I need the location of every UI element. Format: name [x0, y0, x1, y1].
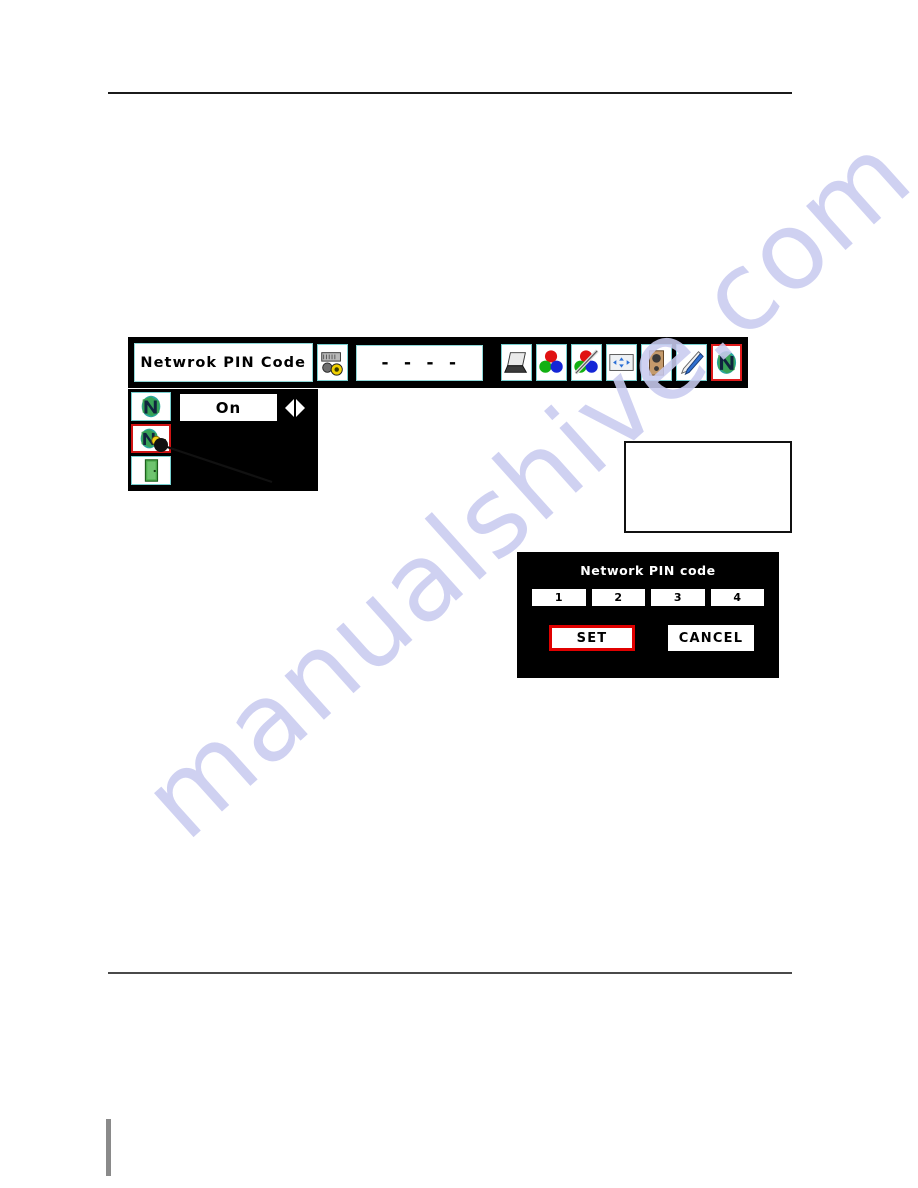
pin-dialog-buttons: SET CANCEL [549, 625, 754, 651]
osd-menu-title: Netwrok PIN Code [140, 354, 307, 371]
set-button[interactable]: SET [549, 625, 635, 651]
page-header-rule [108, 92, 792, 94]
cancel-button[interactable]: CANCEL [668, 625, 754, 651]
network-pin-onoff-field[interactable]: On [180, 394, 277, 421]
pin-digit-4[interactable]: 4 [710, 589, 764, 606]
color-adjust-icon[interactable] [536, 344, 567, 381]
sound-icon[interactable] [641, 344, 672, 381]
pin-dialog-title: Network PIN code [580, 563, 716, 578]
pin-digit-group: 1 2 3 4 [532, 589, 764, 606]
osd-value-text: - - - - [379, 352, 459, 373]
network-icon[interactable] [711, 344, 742, 381]
osd-value-field[interactable]: - - - - [355, 344, 483, 381]
computer-icon[interactable] [501, 344, 532, 381]
sidebar-item-network-setting[interactable] [131, 392, 171, 421]
sidebar-item-network-pin-code[interactable] [131, 424, 171, 453]
watermark: manualshive.com [120, 111, 918, 890]
page-footer-rule [108, 972, 792, 974]
image-adjust-icon[interactable] [571, 344, 602, 381]
osd-sidebar [131, 392, 176, 485]
osd-setting-row: On [180, 392, 314, 423]
right-arrow-icon[interactable] [295, 398, 305, 417]
network-pin-onoff-value: On [215, 398, 242, 417]
pin-digit-2[interactable]: 2 [591, 589, 645, 606]
page-binding-mark [106, 1119, 111, 1176]
network-pin-code-dialog: Network PIN code 1 2 3 4 SET CANCEL [517, 552, 779, 678]
note-callout-box [624, 441, 792, 533]
osd-menu-title-field: Netwrok PIN Code [134, 343, 313, 382]
pin-digit-1[interactable]: 1 [532, 589, 586, 606]
left-arrow-icon[interactable] [284, 398, 294, 417]
projector-setting-icon[interactable] [316, 344, 348, 381]
osd-sub-panel: On [128, 389, 318, 491]
sidebar-item-quit[interactable] [131, 456, 171, 485]
setting-tools-icon[interactable] [676, 344, 707, 381]
screen-icon[interactable] [606, 344, 637, 381]
pin-digit-3[interactable]: 3 [651, 589, 705, 606]
value-arrows [277, 394, 312, 421]
osd-menu-bar: Netwrok PIN Code - - - - [128, 337, 748, 388]
